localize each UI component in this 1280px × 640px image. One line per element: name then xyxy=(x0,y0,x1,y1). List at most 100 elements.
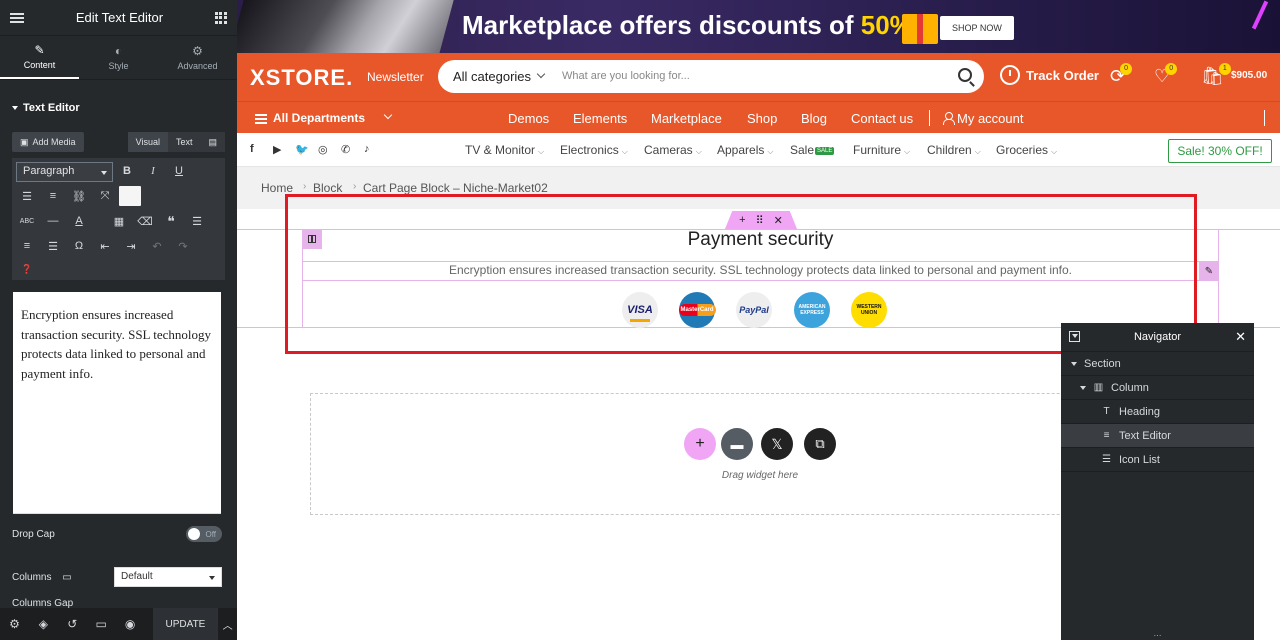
caret-down-icon[interactable] xyxy=(1080,385,1086,390)
nav-demos[interactable]: Demos xyxy=(508,111,549,126)
subnav-sale[interactable]: Sale SALE xyxy=(790,143,835,157)
bold-icon[interactable]: B xyxy=(118,162,136,180)
navigator-item-heading[interactable]: T Heading xyxy=(1061,400,1254,424)
menu-icon[interactable] xyxy=(10,12,24,23)
update-button[interactable]: UPDATE xyxy=(152,608,219,640)
subnav-groceries[interactable]: Groceries ⌵ xyxy=(996,143,1057,157)
nav-blog[interactable]: Blog xyxy=(801,111,827,126)
align-center-icon[interactable]: ≡ xyxy=(18,237,36,255)
close-icon[interactable]: ✕ xyxy=(1235,329,1246,345)
search-input[interactable]: What are you looking for... xyxy=(562,70,690,82)
settings-gear-icon[interactable]: ⚙ xyxy=(0,608,29,640)
category-select[interactable]: All categories xyxy=(453,69,531,84)
shop-now-button[interactable]: SHOP NOW xyxy=(940,16,1014,40)
text-editor-content[interactable]: Encryption ensures increased transaction… xyxy=(13,292,221,514)
subnav-electronics[interactable]: Electronics ⌵ xyxy=(560,143,628,157)
tab-advanced[interactable]: ⚙ Advanced xyxy=(158,36,237,79)
align-left-icon[interactable]: ☰ xyxy=(188,212,206,230)
subnav-cameras[interactable]: Cameras ⌵ xyxy=(644,143,702,157)
bullet-list-icon[interactable]: ☰ xyxy=(18,187,36,205)
horizontal-rule-icon[interactable]: — xyxy=(44,212,62,230)
toolbar-toggle-icon[interactable]: ▤ xyxy=(200,132,225,152)
site-logo[interactable]: XSTORE. xyxy=(250,65,353,91)
cart-total[interactable]: $905.00 xyxy=(1231,70,1267,81)
subnav-furniture[interactable]: Furniture ⌵ xyxy=(853,143,910,157)
column-icon: ▥ xyxy=(1093,382,1104,393)
omega-icon[interactable]: Ω xyxy=(70,237,88,255)
nav-contact[interactable]: Contact us xyxy=(851,111,913,126)
section-toggle-text-editor[interactable]: Text Editor xyxy=(0,80,237,124)
newsletter-link[interactable]: Newsletter xyxy=(367,70,424,84)
fullscreen-icon[interactable]: ⤧ xyxy=(96,187,114,205)
chevron-up-icon[interactable]: ︿ xyxy=(218,608,237,640)
instagram-icon[interactable]: ◎ xyxy=(318,143,328,156)
widgets-grid-icon[interactable] xyxy=(214,11,227,24)
cart-icon[interactable]: 🛍 1 xyxy=(1201,63,1231,85)
navigator-item-icon-list[interactable]: ☰ Icon List xyxy=(1061,448,1254,472)
underline-icon[interactable]: U xyxy=(170,162,188,180)
preview-eye-icon[interactable]: ◉ xyxy=(116,608,145,640)
breadcrumb-home[interactable]: Home xyxy=(261,181,293,195)
add-media-button[interactable]: ▣ Add Media xyxy=(12,132,84,152)
collapse-all-icon[interactable] xyxy=(1069,331,1080,342)
italic-icon[interactable]: I xyxy=(144,162,162,180)
history-icon[interactable]: ↺ xyxy=(58,608,87,640)
blockquote-icon[interactable]: ❝ xyxy=(162,212,180,230)
align-right-icon[interactable]: ☰ xyxy=(44,237,62,255)
track-order-link[interactable]: Track Order xyxy=(1000,65,1099,85)
twitter-icon[interactable]: 🐦 xyxy=(295,143,309,156)
navigator-item-section[interactable]: Section xyxy=(1061,352,1254,376)
facebook-icon[interactable]: f xyxy=(250,143,254,155)
navigator-item-text-editor[interactable]: ≡ Text Editor xyxy=(1061,424,1254,448)
layers-icon[interactable]: ◈ xyxy=(29,608,58,640)
drop-cap-toggle[interactable]: Off xyxy=(186,526,222,542)
nav-shop[interactable]: Shop xyxy=(747,111,777,126)
sale-30-button[interactable]: Sale! 30% OFF! xyxy=(1168,139,1272,163)
columns-select[interactable]: Default xyxy=(114,567,222,587)
indent-icon[interactable]: ⇥ xyxy=(122,237,140,255)
search-icon[interactable] xyxy=(958,68,972,82)
text-color-icon[interactable]: A xyxy=(70,212,88,230)
add-section-button[interactable]: + xyxy=(684,428,716,460)
help-icon[interactable]: ❓ xyxy=(18,260,36,278)
wishlist-heart-icon[interactable]: ♡ 0 xyxy=(1154,63,1178,85)
outdent-icon[interactable]: ⇤ xyxy=(96,237,114,255)
edit-pencil-icon[interactable]: ✎ xyxy=(1199,261,1219,281)
resize-handle-icon[interactable]: ⋯ xyxy=(1061,630,1254,640)
subnav-tv-monitor[interactable]: TV & Monitor ⌵ xyxy=(465,143,544,157)
template-library-folder-icon[interactable]: ▬ xyxy=(721,428,753,460)
subnav-apparels[interactable]: Apparels ⌵ xyxy=(717,143,773,157)
copy-paste-icon[interactable]: ⧉ xyxy=(804,428,836,460)
all-departments-menu[interactable]: All Departments xyxy=(255,111,365,125)
strikethrough-icon[interactable]: ABC xyxy=(18,212,36,230)
tiktok-icon[interactable]: ♪ xyxy=(364,143,370,155)
whatsapp-icon[interactable]: ✆ xyxy=(341,143,350,156)
youtube-icon[interactable]: ▶ xyxy=(273,143,281,156)
nav-my-account[interactable]: My account xyxy=(943,111,1023,126)
compare-icon[interactable]: ⟳ 0 xyxy=(1110,63,1133,85)
nav-marketplace[interactable]: Marketplace xyxy=(651,111,722,126)
breadcrumb-block[interactable]: Block xyxy=(313,181,342,195)
promo-banner[interactable]: Marketplace offers discounts of 50% SHOP… xyxy=(237,0,1280,53)
paste-text-icon[interactable]: ▦ xyxy=(110,212,128,230)
tab-style[interactable]: ◐ Style xyxy=(79,36,158,79)
undo-icon[interactable]: ↶ xyxy=(148,237,166,255)
caret-down-icon[interactable] xyxy=(1071,361,1077,366)
format-select[interactable]: Paragraph xyxy=(16,162,113,182)
nav-elements[interactable]: Elements xyxy=(573,111,627,126)
desktop-icon[interactable]: ▭ xyxy=(62,572,71,583)
clear-format-icon[interactable]: ⌫ xyxy=(136,212,154,230)
subnav-children[interactable]: Children ⌵ xyxy=(927,143,981,157)
chevron-down-icon[interactable] xyxy=(383,110,393,120)
navigator-header[interactable]: Navigator ✕ xyxy=(1061,323,1254,352)
color-swatch[interactable] xyxy=(119,186,141,206)
tab-text[interactable]: Text xyxy=(167,132,201,152)
responsive-icon[interactable]: ▭ xyxy=(87,608,116,640)
x-close-icon[interactable]: 𝕏 xyxy=(761,428,793,460)
navigator-item-column[interactable]: ▥ Column xyxy=(1061,376,1254,400)
redo-icon[interactable]: ↷ xyxy=(174,237,192,255)
tab-visual[interactable]: Visual xyxy=(127,132,168,152)
tab-content[interactable]: ✎ Content xyxy=(0,36,79,79)
link-icon[interactable]: ⛓ xyxy=(70,187,88,205)
numbered-list-icon[interactable]: ≡ xyxy=(44,187,62,205)
